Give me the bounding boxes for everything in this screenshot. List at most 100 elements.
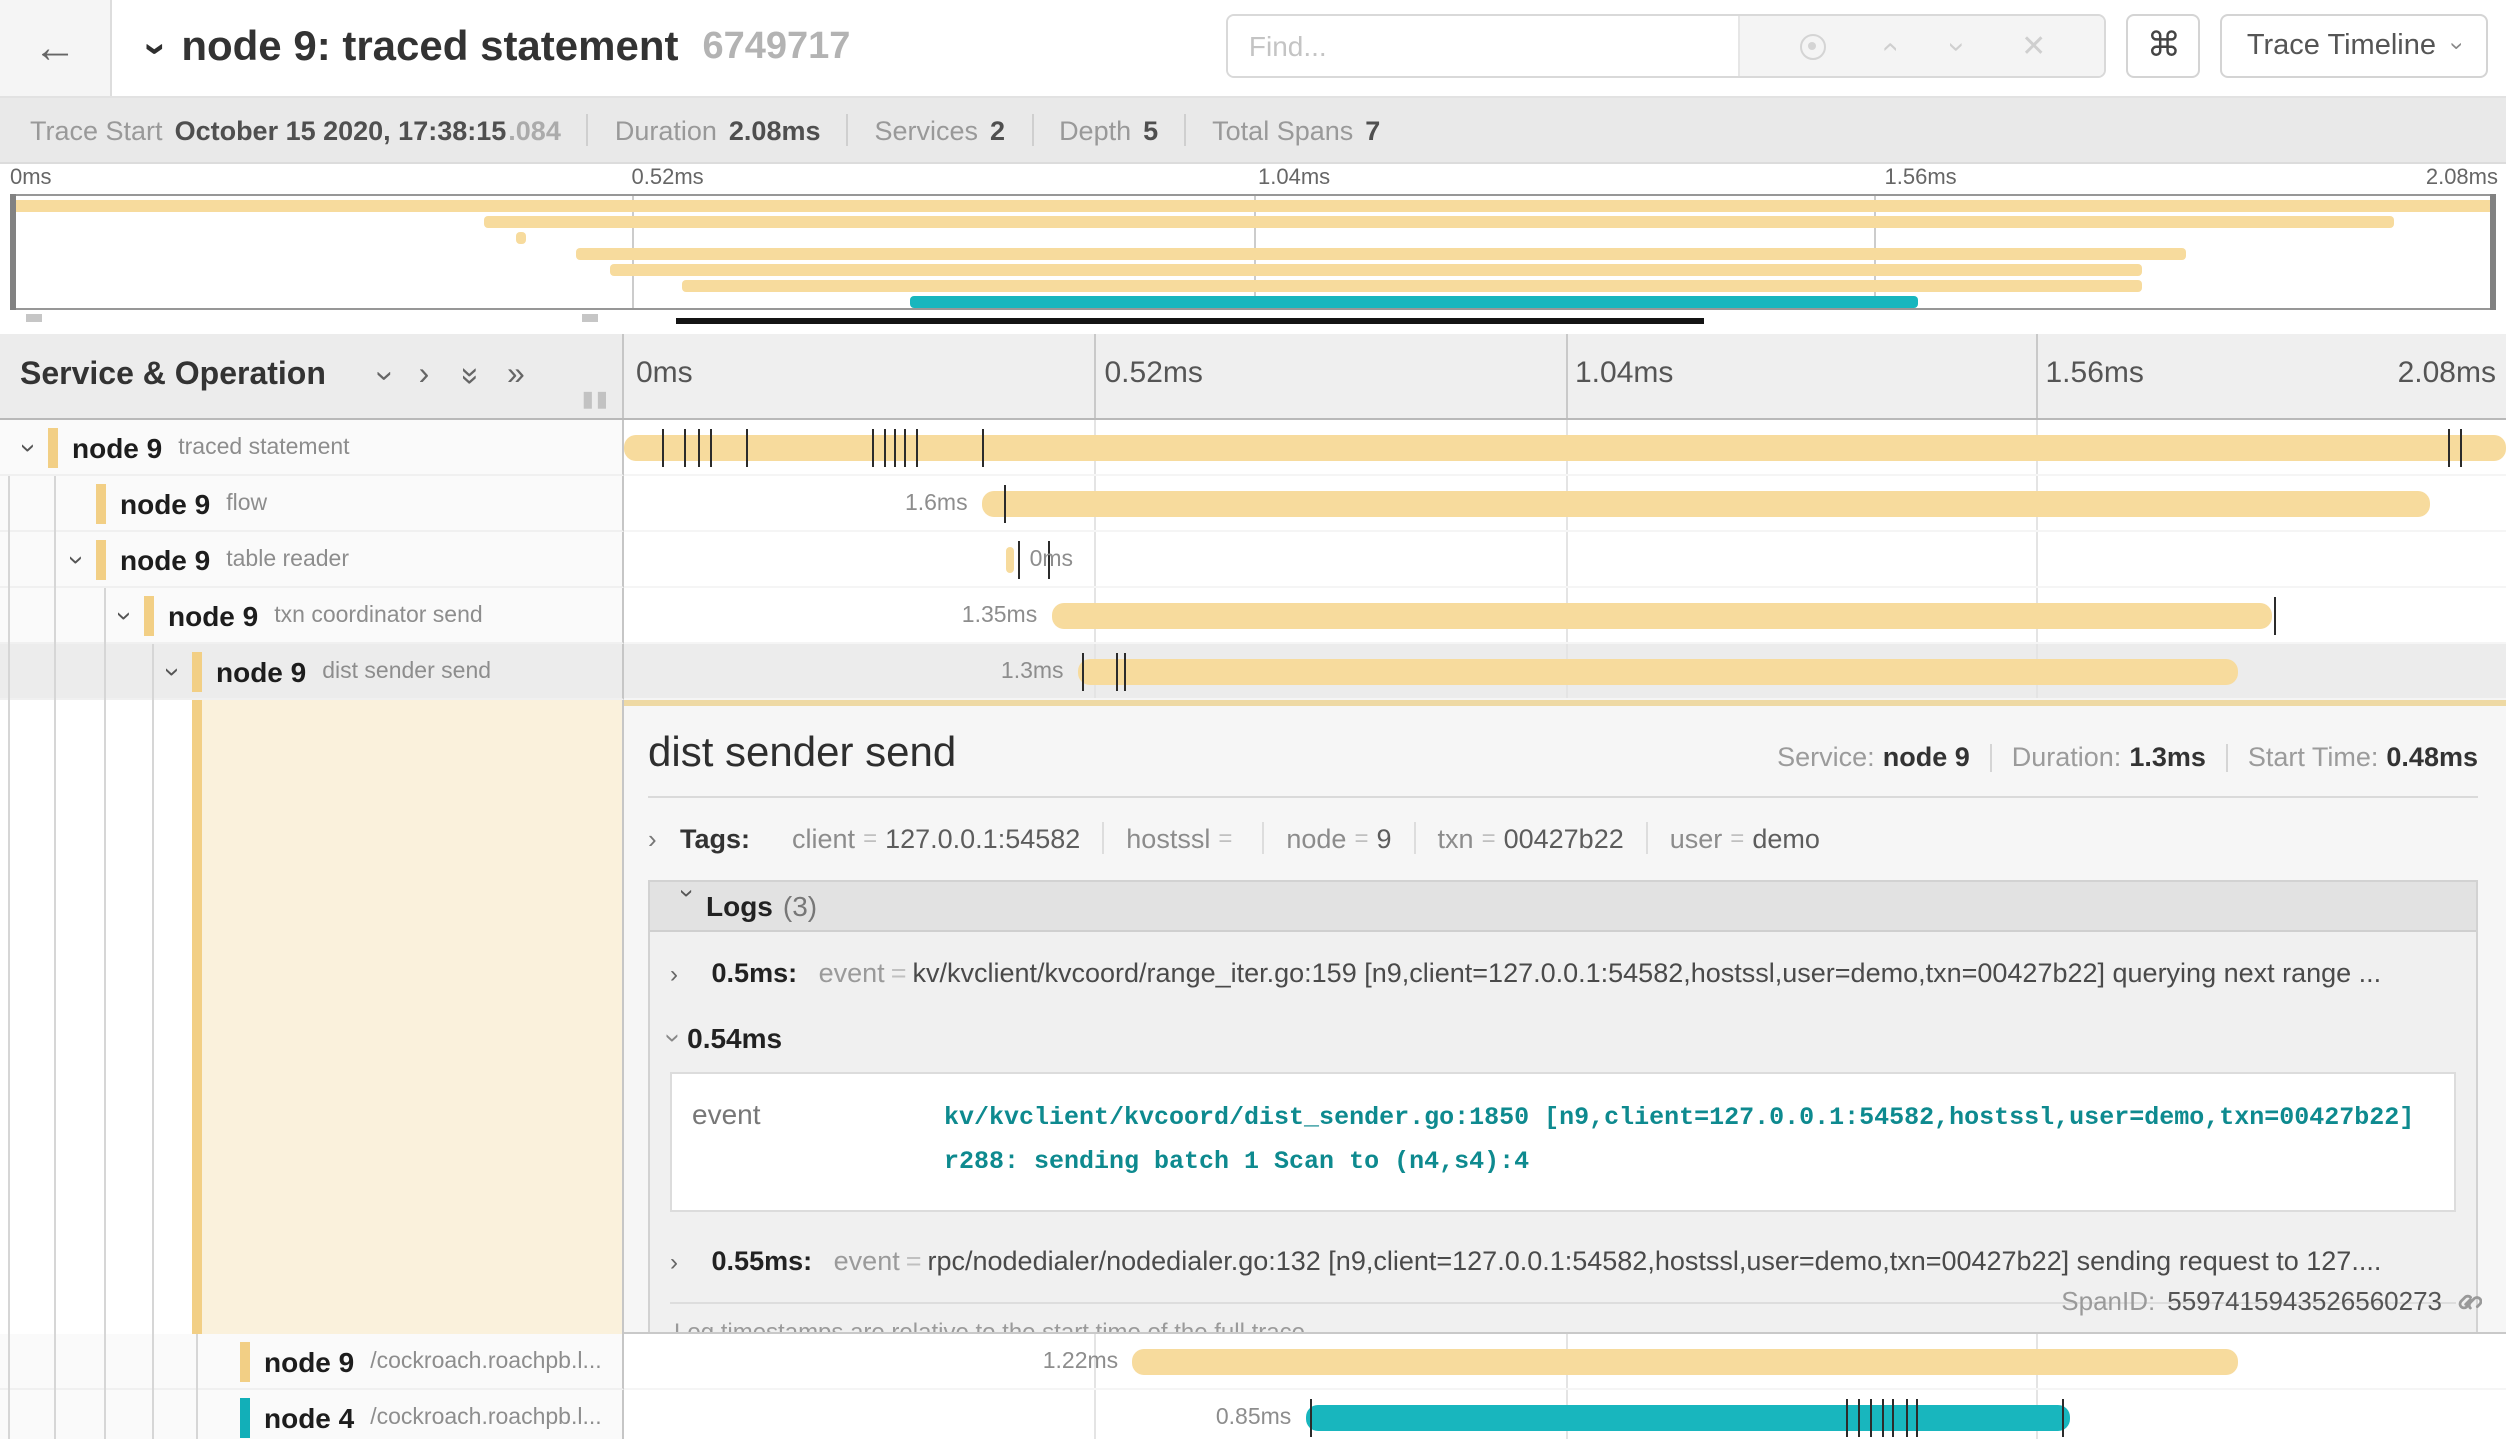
service-name: node 9: [72, 431, 162, 463]
service-color-chip: [192, 651, 202, 691]
clear-search-icon[interactable]: ✕: [2021, 31, 2046, 61]
command-icon: ⌘: [2147, 26, 2181, 66]
span-bar[interactable]: [1051, 602, 2272, 628]
log-marker: [1870, 1398, 1872, 1436]
log-marker: [1017, 540, 1019, 578]
logs-header[interactable]: › Logs(3): [650, 882, 2476, 932]
page-title: node 9: traced statement: [181, 24, 678, 72]
span-row-label[interactable]: › node 9 traced statement: [0, 420, 624, 476]
span-bar[interactable]: [1132, 1348, 2239, 1374]
minimap-right-scrubber[interactable]: [2490, 194, 2496, 310]
span-track[interactable]: 1.6ms: [624, 476, 2506, 532]
span-duration-label: 1.6ms: [905, 491, 968, 515]
span-bar[interactable]: [1006, 546, 1014, 572]
span-track[interactable]: 0ms: [624, 532, 2506, 588]
trace-id: 6749717: [703, 26, 851, 70]
span-track[interactable]: 1.3ms: [624, 644, 2506, 700]
collapse-trace-chevron-icon[interactable]: ›: [132, 41, 178, 54]
trace-minimap[interactable]: 0ms 0.52ms 1.04ms 1.56ms 2.08ms: [0, 164, 2506, 334]
span-track[interactable]: [624, 420, 2506, 476]
expander-chevron-icon[interactable]: ›: [158, 653, 190, 689]
log-marker: [711, 428, 713, 466]
span-row-label[interactable]: › node 9 dist sender send: [0, 644, 624, 700]
chevron-down-icon: ›: [2444, 42, 2472, 50]
collapse-one-icon[interactable]: ›: [365, 371, 401, 382]
column-resize-grip[interactable]: ▮▮: [582, 386, 610, 412]
operation-name: /cockroach.roachpb.l...: [370, 1405, 601, 1429]
span-track[interactable]: 1.35ms: [624, 588, 2506, 644]
service-name: node 9: [264, 1345, 354, 1377]
span-duration-label: 1.22ms: [1043, 1349, 1118, 1373]
link-icon[interactable]: [2454, 1287, 2482, 1315]
trace-view-label: Trace Timeline: [2247, 30, 2436, 62]
next-result-icon[interactable]: ›: [1943, 41, 1973, 51]
span-row-label[interactable]: ›node 4/cockroach.roachpb.l...: [0, 1390, 624, 1439]
find-input[interactable]: [1229, 16, 1739, 76]
chevron-right-icon: ›: [670, 960, 704, 988]
span-row[interactable]: ›node 9table reader0ms: [0, 532, 2506, 588]
service-operation-header: Service & Operation › › » » ▮▮: [0, 334, 624, 418]
trace-view-selector[interactable]: Trace Timeline ›: [2221, 14, 2488, 78]
log-marker: [1881, 1398, 1883, 1436]
service-name: node 9: [168, 599, 258, 631]
locate-icon[interactable]: [1799, 33, 1825, 59]
minimap-canvas[interactable]: [10, 194, 2496, 310]
span-row[interactable]: › node 9 dist sender send 1.3ms: [0, 644, 2506, 700]
span-duration-label: 0.85ms: [1216, 1405, 1291, 1429]
expand-all-icon[interactable]: »: [507, 358, 525, 394]
expander-chevron-icon[interactable]: ›: [110, 597, 142, 633]
keyboard-shortcuts-button[interactable]: ⌘: [2127, 14, 2201, 78]
span-bar[interactable]: [1078, 658, 2239, 684]
minimap-nub[interactable]: [25, 314, 41, 322]
span-track[interactable]: 0.85ms: [624, 1390, 2506, 1439]
minimap-left-scrubber[interactable]: [10, 194, 16, 310]
log-marker: [1309, 1398, 1311, 1436]
span-row[interactable]: ›node 4/cockroach.roachpb.l... 0.85ms: [0, 1390, 2506, 1439]
span-row[interactable]: › node 9 traced statement: [0, 420, 2506, 476]
find-group: › › ✕: [1227, 14, 2107, 78]
log-marker: [1917, 1398, 1919, 1436]
minimap-scroll-thumb[interactable]: [677, 318, 1704, 324]
span-track[interactable]: 1.22ms: [624, 1334, 2506, 1390]
service-operation-title: Service & Operation: [0, 358, 326, 394]
span-row[interactable]: ›node 9/cockroach.roachpb.l... 1.22ms: [0, 1334, 2506, 1390]
log-entry-expanded-header[interactable]: › 0.54ms: [670, 1010, 2456, 1058]
operation-name: traced statement: [178, 435, 349, 459]
span-row-label[interactable]: ›node 9flow: [0, 476, 624, 532]
log-marker: [893, 428, 895, 466]
collapse-all-icon[interactable]: »: [450, 367, 486, 385]
service-name: node 9: [216, 655, 306, 687]
expander-chevron-icon[interactable]: ›: [62, 541, 94, 577]
trace-stats-bar: Trace StartOctober 15 2020, 17:38:15.084…: [0, 98, 2506, 164]
log-field-key: event: [692, 1098, 944, 1186]
log-marker: [1081, 652, 1083, 690]
minimap-spans: [12, 198, 2494, 306]
span-bar[interactable]: [982, 490, 2431, 516]
chevron-down-icon: ›: [659, 1033, 691, 1042]
minimap-axis: 0ms 0.52ms 1.04ms 1.56ms 2.08ms: [0, 164, 2506, 194]
chevron-down-icon: ›: [673, 888, 703, 924]
trace-title-group: › node 9: traced statement 6749717: [112, 0, 850, 96]
span-row[interactable]: ›node 9txn coordinator send1.35ms: [0, 588, 2506, 644]
span-row-label[interactable]: ›node 9txn coordinator send: [0, 588, 624, 644]
tags-accordion[interactable]: › Tags: client=127.0.0.1:54582 hostssl= …: [648, 814, 2478, 862]
log-field-value: kv/kvclient/kvcoord/dist_sender.go:1850 …: [944, 1098, 2434, 1186]
logs-accordion: › Logs(3) › 0.5ms: event=kv/kvclient/kvc…: [648, 880, 2478, 1334]
expand-one-icon[interactable]: ›: [419, 358, 430, 394]
log-marker: [982, 428, 984, 466]
span-row-label[interactable]: ›node 9table reader: [0, 532, 624, 588]
log-marker: [872, 428, 874, 466]
service-color-chip: [48, 427, 58, 467]
span-row[interactable]: ›node 9flow 1.6ms: [0, 476, 2506, 532]
operation-name: dist sender send: [322, 659, 491, 683]
expander-chevron-icon[interactable]: ›: [14, 429, 46, 465]
span-bar[interactable]: [1305, 1404, 2069, 1430]
log-marker: [2062, 1398, 2064, 1436]
prev-result-icon[interactable]: ›: [1874, 41, 1904, 51]
span-row-label[interactable]: ›node 9/cockroach.roachpb.l...: [0, 1334, 624, 1390]
stat-depth: Depth5: [1031, 114, 1184, 146]
minimap-nub[interactable]: [581, 314, 597, 322]
back-button[interactable]: ←: [0, 0, 112, 96]
back-arrow-icon: ←: [33, 22, 77, 74]
log-entry[interactable]: › 0.5ms: event=kv/kvclient/kvcoord/range…: [670, 936, 2456, 1010]
